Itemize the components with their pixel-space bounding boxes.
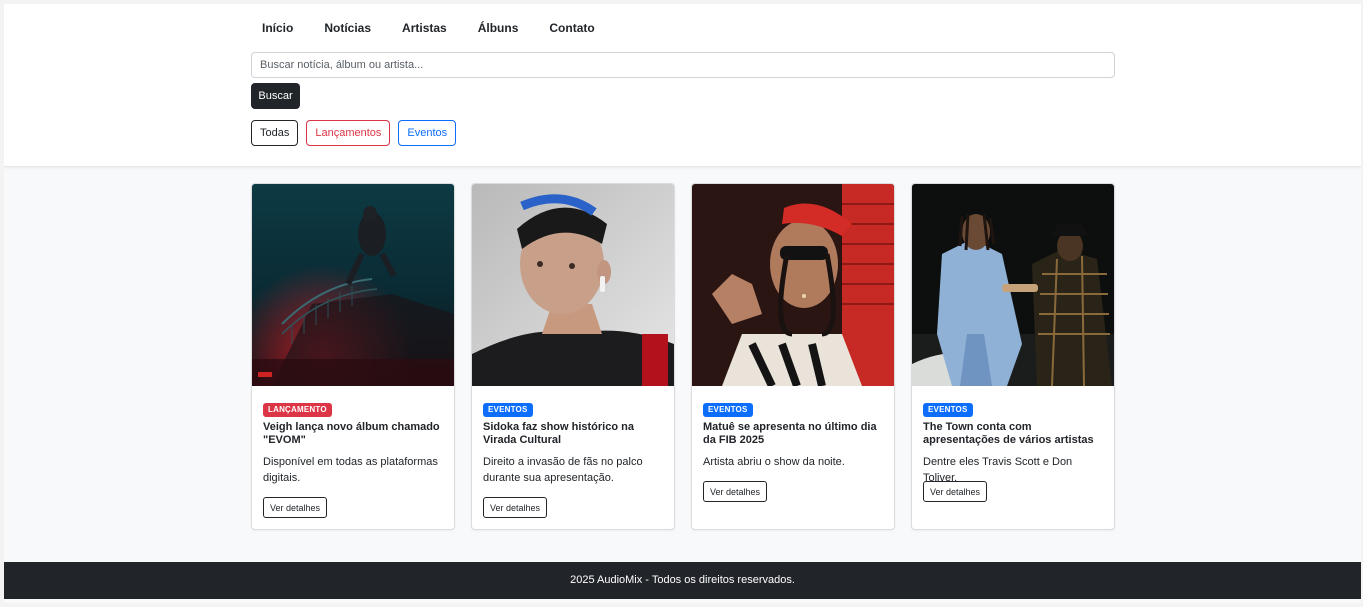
details-button[interactable]: Ver detalhes	[703, 481, 768, 502]
details-button[interactable]: Ver detalhes	[483, 497, 548, 518]
filter-todas-button[interactable]: Todas	[251, 120, 299, 146]
news-card-list: LANÇAMENTO Veigh lança novo álbum chamad…	[251, 183, 1131, 530]
category-badge: EVENTOS	[483, 403, 533, 417]
details-button[interactable]: Ver detalhes	[263, 497, 328, 518]
main-nav: Início Notícias Artistas Álbuns Contato	[246, 20, 610, 36]
category-badge: EVENTOS	[703, 403, 753, 417]
nav-link-artistas[interactable]: Artistas	[387, 20, 463, 36]
filter-lancamentos-button[interactable]: Lançamentos	[306, 120, 391, 146]
artist-photo-image	[912, 184, 1114, 386]
card-description: Direito a invasão de fãs no palco durant…	[483, 456, 643, 484]
site-footer: 2025 AudioMix - Todos os direitos reserv…	[4, 562, 1361, 599]
search-button[interactable]: Buscar	[251, 83, 300, 109]
card-body: EVENTOS The Town conta com apresentações…	[912, 386, 1114, 486]
site-header: Início Notícias Artistas Álbuns Contato …	[4, 4, 1361, 167]
artist-photo-image	[472, 184, 674, 386]
card-description: Artista abriu o show da noite.	[703, 456, 845, 468]
category-badge: EVENTOS	[923, 403, 973, 417]
nav-link-inicio[interactable]: Início	[246, 20, 309, 36]
card-title: The Town conta com apresentações de vári…	[923, 421, 1094, 446]
details-button[interactable]: Ver detalhes	[923, 481, 988, 502]
card-description: Disponível em todas as plataformas digit…	[263, 456, 438, 484]
footer-copyright: 2025 AudioMix - Todos os direitos reserv…	[570, 574, 795, 586]
card-body: EVENTOS Sidoka faz show histórico na Vir…	[472, 386, 674, 486]
card-title: Sidoka faz show histórico na Virada Cult…	[483, 421, 634, 446]
nav-link-contato[interactable]: Contato	[534, 20, 610, 36]
search-input[interactable]	[251, 52, 1115, 78]
category-badge: LANÇAMENTO	[263, 403, 332, 417]
card-body: EVENTOS Matuê se apresenta no último dia…	[692, 386, 894, 470]
nav-link-noticias[interactable]: Notícias	[309, 20, 387, 36]
news-card: EVENTOS Sidoka faz show histórico na Vir…	[471, 183, 675, 530]
news-card: LANÇAMENTO Veigh lança novo álbum chamad…	[251, 183, 455, 530]
artist-photo-image	[692, 184, 894, 386]
page: Início Notícias Artistas Álbuns Contato …	[4, 4, 1361, 603]
album-cover-image	[252, 184, 454, 386]
news-card: EVENTOS Matuê se apresenta no último dia…	[691, 183, 895, 530]
filter-group: Todas Lançamentos Eventos	[251, 120, 464, 146]
card-title: Matuê se apresenta no último dia da FIB …	[703, 421, 877, 446]
card-body: LANÇAMENTO Veigh lança novo álbum chamad…	[252, 386, 454, 486]
filter-eventos-button[interactable]: Eventos	[398, 120, 457, 146]
card-title: Veigh lança novo álbum chamado "EVOM"	[263, 421, 440, 446]
news-card: EVENTOS The Town conta com apresentações…	[911, 183, 1115, 530]
nav-link-albuns[interactable]: Álbuns	[462, 20, 534, 36]
